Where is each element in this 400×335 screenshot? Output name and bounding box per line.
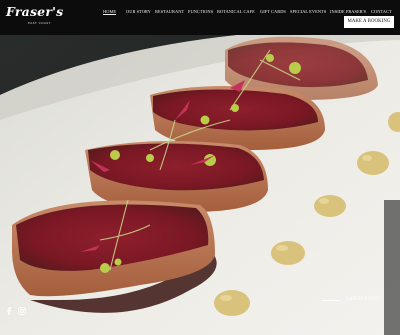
nav-botanical-cafe[interactable]: BOTANICAL CAFE [217,9,255,14]
latest-event-label: LATEST EVENT [346,297,381,302]
nav-our-story[interactable]: OUR STORY [126,9,151,14]
top-navigation-bar: Fraser's EAST COAST HOME OUR STORY RESTA… [0,0,400,35]
logo-tagline: EAST COAST [28,21,51,25]
hero-image [0,0,400,335]
nav-special-events[interactable]: SPECIAL EVENTS [290,9,326,14]
nav-restaurant[interactable]: RESTAURANT [155,9,184,14]
make-a-booking-button[interactable]: MAKE A BOOKING [344,16,394,28]
nav-contact[interactable]: CONTACT [371,9,392,14]
seared-tuna-dish-photo [0,0,400,335]
nav-gift-cards[interactable]: GIFT CARDS [260,9,286,14]
divider-line [322,300,340,301]
nav-functions[interactable]: FUNCTIONS [188,9,213,14]
instagram-icon[interactable] [18,300,26,315]
nav-home[interactable]: HOME [103,9,117,15]
main-nav: HOME OUR STORY RESTAURANT FUNCTIONS BOTA… [0,9,400,17]
latest-event-link[interactable]: LATEST EVENT [322,297,392,305]
facebook-icon[interactable] [6,300,12,315]
nav-inside-frasers[interactable]: INSIDE FRASER'S [330,9,366,14]
